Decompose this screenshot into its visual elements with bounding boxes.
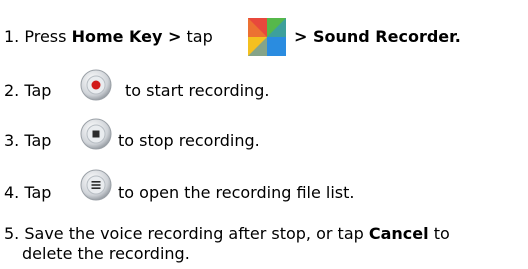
step-number: 1. <box>4 27 20 46</box>
step-3-tail: to stop recording. <box>118 131 260 151</box>
step-5-continuation: delete the recording. <box>22 244 190 263</box>
stop-button-icon <box>80 118 112 154</box>
step-text: to <box>433 224 450 243</box>
step-4: 4. Tap <box>4 183 51 203</box>
list-button-icon <box>80 169 112 205</box>
step-2: 2. Tap <box>4 81 51 101</box>
step-text: Tap <box>24 131 52 150</box>
step-text: to start recording. <box>125 81 270 100</box>
step-text: to open the recording file list. <box>118 183 355 202</box>
step-bold-text: Cancel <box>368 224 429 243</box>
step-text: Press <box>24 27 67 46</box>
step-number: 3. <box>4 131 20 150</box>
step-2-tail: to start recording. <box>125 81 269 101</box>
step-text: Tap <box>24 81 52 100</box>
step-4-tail: to open the recording file list. <box>118 183 354 203</box>
step-5: 5. Save the voice recording after stop, … <box>4 224 450 244</box>
step-1-tail: > Sound Recorder. <box>294 27 461 47</box>
step-text: tap <box>186 27 213 46</box>
record-button-icon <box>80 69 112 105</box>
step-number: 4. <box>4 183 20 202</box>
step-3: 3. Tap <box>4 131 51 151</box>
step-text: to stop recording. <box>118 131 260 150</box>
app-drawer-icon <box>248 18 286 60</box>
step-bold-text: > Sound Recorder. <box>294 27 461 46</box>
step-number: 5. <box>4 224 20 243</box>
step-text: Tap <box>24 183 52 202</box>
step-bold-text: Home Key > <box>71 27 182 46</box>
step-1: 1. Press Home Key > tap <box>4 27 213 47</box>
step-text: Save the voice recording after stop, or … <box>24 224 364 243</box>
step-number: 2. <box>4 81 20 100</box>
